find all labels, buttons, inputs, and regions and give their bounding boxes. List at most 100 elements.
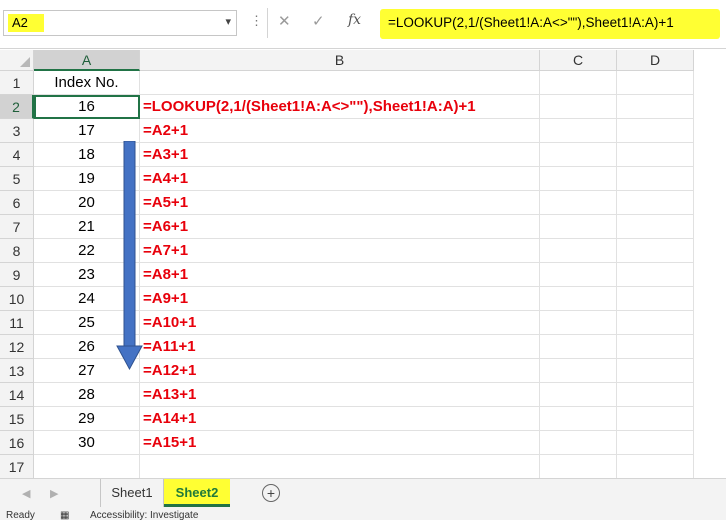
row-header[interactable]: 16 [0, 431, 34, 455]
cell-b-formula[interactable]: =A10+1 [140, 311, 540, 335]
row-header[interactable]: 10 [0, 287, 34, 311]
cell-d[interactable] [617, 383, 694, 407]
accessibility-status[interactable]: Accessibility: Investigate [90, 510, 198, 520]
cell-c[interactable] [540, 335, 617, 359]
cell-d[interactable] [617, 263, 694, 287]
row-header[interactable]: 17 [0, 455, 34, 479]
row-header[interactable]: 15 [0, 407, 34, 431]
cell-d[interactable] [617, 287, 694, 311]
cell-a[interactable]: 28 [34, 383, 140, 407]
macro-icon[interactable]: ▦ [60, 510, 69, 520]
cell-b-formula[interactable]: =A9+1 [140, 287, 540, 311]
cell-c[interactable] [540, 263, 617, 287]
more-options-icon[interactable]: ⋮ [250, 13, 263, 29]
cell-b-formula[interactable]: =A7+1 [140, 239, 540, 263]
cell-c[interactable] [540, 119, 617, 143]
cell-c[interactable] [540, 359, 617, 383]
cell-d[interactable] [617, 143, 694, 167]
row-header[interactable]: 1 [0, 71, 34, 95]
insert-function-icon[interactable]: fx [348, 12, 361, 28]
cell-d[interactable] [617, 239, 694, 263]
cell-a[interactable]: 29 [34, 407, 140, 431]
row-header[interactable]: 13 [0, 359, 34, 383]
cell-d[interactable] [617, 359, 694, 383]
formula-input[interactable]: =LOOKUP(2,1/(Sheet1!A:A<>""),Sheet1!A:A)… [380, 9, 720, 39]
add-sheet-icon[interactable]: + [262, 484, 280, 502]
cell-d[interactable] [617, 119, 694, 143]
chevron-down-icon[interactable]: ▾ [225, 15, 231, 28]
cell-d[interactable] [617, 431, 694, 455]
arrow-shaft [123, 141, 136, 347]
check-icon[interactable]: ✓ [312, 12, 325, 30]
cell-a[interactable]: 17 [34, 119, 140, 143]
cell-d[interactable] [617, 95, 694, 119]
select-all-corner[interactable] [0, 50, 34, 71]
cell-c[interactable] [540, 95, 617, 119]
cell-d[interactable] [617, 167, 694, 191]
cell-c[interactable] [540, 143, 617, 167]
cell-b-formula[interactable]: =A4+1 [140, 167, 540, 191]
header-cell-index[interactable]: Index No. [34, 71, 140, 95]
cell-b-formula[interactable]: =LOOKUP(2,1/(Sheet1!A:A<>""),Sheet1!A:A)… [140, 95, 540, 119]
cell-d[interactable] [617, 455, 694, 479]
status-ready: Ready [6, 510, 35, 520]
row-header[interactable]: 6 [0, 191, 34, 215]
cell-a[interactable] [34, 455, 140, 479]
row-header[interactable]: 12 [0, 335, 34, 359]
row-header[interactable]: 8 [0, 239, 34, 263]
cell-b-formula[interactable]: =A2+1 [140, 119, 540, 143]
cell-c[interactable] [540, 311, 617, 335]
cell-c[interactable] [540, 431, 617, 455]
column-header-a[interactable]: A [34, 50, 140, 71]
column-header-c[interactable]: C [540, 50, 617, 71]
cell-c[interactable] [540, 383, 617, 407]
cell-b-formula[interactable]: =A15+1 [140, 431, 540, 455]
cell-d[interactable] [617, 407, 694, 431]
arrow-head [116, 345, 143, 371]
cell-b-formula[interactable]: =A14+1 [140, 407, 540, 431]
cell-b-formula[interactable]: =A3+1 [140, 143, 540, 167]
cell-a[interactable]: 16 [34, 95, 140, 119]
tab-sheet2[interactable]: Sheet2 [164, 479, 230, 507]
cell-c[interactable] [540, 215, 617, 239]
cell-d[interactable] [617, 335, 694, 359]
chevron-right-icon[interactable]: ▶ [50, 487, 58, 500]
row-header[interactable]: 2 [0, 95, 34, 119]
row-header[interactable]: 7 [0, 215, 34, 239]
row-header[interactable]: 14 [0, 383, 34, 407]
cell-d[interactable] [617, 311, 694, 335]
column-header-b[interactable]: B [140, 50, 540, 71]
cell-b-formula[interactable]: =A5+1 [140, 191, 540, 215]
close-icon[interactable]: ✕ [278, 12, 291, 30]
column-header-d[interactable]: D [617, 50, 694, 71]
tab-sheet1[interactable]: Sheet1 [100, 479, 164, 507]
cell-b-formula[interactable]: =A11+1 [140, 335, 540, 359]
cell-b-formula[interactable] [140, 71, 540, 95]
row-header[interactable]: 11 [0, 311, 34, 335]
row-header[interactable]: 4 [0, 143, 34, 167]
cell-b-formula[interactable]: =A13+1 [140, 383, 540, 407]
formula-bar-divider [267, 8, 268, 38]
cell-d[interactable] [617, 71, 694, 95]
cell-c[interactable] [540, 191, 617, 215]
cell-c[interactable] [540, 71, 617, 95]
cell-b-formula[interactable]: =A6+1 [140, 215, 540, 239]
cell-c[interactable] [540, 239, 617, 263]
name-box[interactable]: A2 ▾ [3, 10, 237, 36]
sheet-tab-bar: ◀ ▶ Sheet1 Sheet2 + [0, 478, 726, 509]
cell-d[interactable] [617, 191, 694, 215]
row-header[interactable]: 9 [0, 263, 34, 287]
row-header[interactable]: 5 [0, 167, 34, 191]
cell-c[interactable] [540, 455, 617, 479]
chevron-left-icon[interactable]: ◀ [22, 487, 30, 500]
row-header[interactable]: 3 [0, 119, 34, 143]
cell-c[interactable] [540, 287, 617, 311]
cell-b-formula[interactable] [140, 455, 540, 479]
cell-a[interactable]: 30 [34, 431, 140, 455]
cell-b-formula[interactable]: =A8+1 [140, 263, 540, 287]
cell-c[interactable] [540, 167, 617, 191]
cell-c[interactable] [540, 407, 617, 431]
cell-d[interactable] [617, 215, 694, 239]
formula-bar: A2 ▾ ⋮ ✕ ✓ fx =LOOKUP(2,1/(Sheet1!A:A<>"… [0, 0, 726, 49]
cell-b-formula[interactable]: =A12+1 [140, 359, 540, 383]
